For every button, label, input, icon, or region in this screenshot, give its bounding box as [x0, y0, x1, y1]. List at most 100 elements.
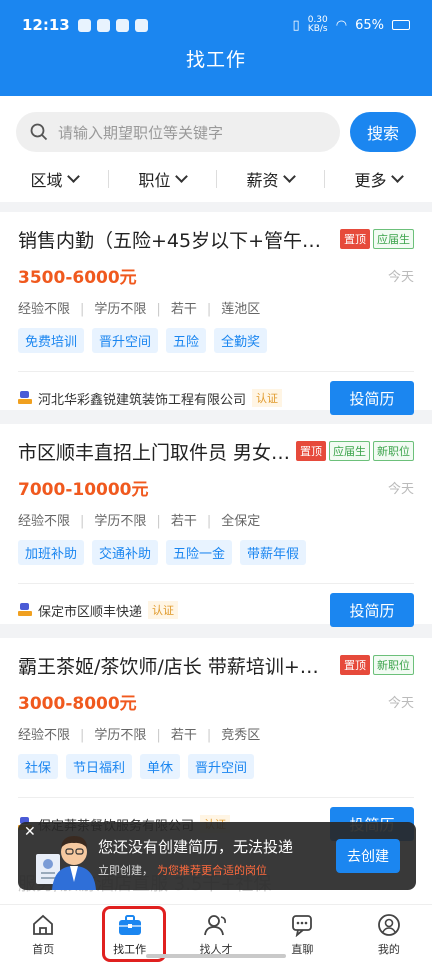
filter-more[interactable]: 更多 — [324, 162, 432, 196]
company-logo-icon — [18, 391, 32, 405]
verified-badge: 认证 — [148, 601, 179, 619]
company-name[interactable]: 保定市区顺丰快递 — [38, 601, 142, 620]
requirements: 经验不限学历不限若干全保定 — [18, 510, 414, 529]
verified-badge: 认证 — [252, 389, 283, 407]
wifi-icon: ◠ — [335, 17, 348, 33]
filter-label: 区域 — [30, 171, 63, 190]
welfare-tag: 晋升空间 — [92, 328, 159, 353]
create-resume-button[interactable]: 去创建 — [336, 839, 400, 873]
welfare-tag: 单休 — [140, 754, 181, 779]
search-input[interactable]: 请输入期望职位等关键字 — [16, 112, 340, 152]
filter-label: 薪资 — [246, 171, 279, 190]
top-tag: 置顶 — [340, 655, 370, 675]
battery-text: 65% — [355, 17, 384, 33]
welfare-tag: 五险 — [166, 328, 207, 353]
battery-icon — [392, 20, 410, 30]
chevron-down-icon — [282, 170, 296, 183]
req-item: 竞秀区 — [197, 724, 260, 743]
notification-icon — [134, 18, 148, 32]
banner-subtitle-a: 立即创建， — [98, 864, 153, 877]
chat-icon — [292, 914, 313, 937]
status-time: 12:13 — [22, 16, 70, 34]
welfare-tag: 社保 — [18, 754, 59, 779]
filter-area[interactable]: 区域 — [0, 162, 108, 196]
req-item: 若干 — [146, 724, 197, 743]
notification-icon — [115, 18, 129, 32]
post-date: 今天 — [387, 481, 414, 497]
search-area: 请输入期望职位等关键字 搜索 区域 职位 薪资 更多 — [0, 96, 432, 202]
filter-position[interactable]: 职位 — [108, 162, 216, 196]
create-resume-banner: ✕ 您还没有创建简历，无法投递 立即创建， 为您推荐更合适的岗位 去创建 — [18, 822, 416, 890]
filter-bar: 区域 职位 薪资 更多 — [0, 162, 432, 196]
chevron-down-icon — [66, 170, 80, 183]
welfare-tag: 免费培训 — [18, 328, 85, 353]
welfare-tags: 免费培训 晋升空间 五险 全勤奖 — [18, 328, 414, 353]
tab-home[interactable]: 首页 — [0, 905, 86, 964]
vibrate-icon: ▯ — [292, 17, 300, 33]
post-date: 今天 — [387, 695, 414, 711]
welfare-tag: 节日福利 — [66, 754, 133, 779]
req-item: 经验不限 — [18, 727, 71, 743]
chevron-down-icon — [174, 170, 188, 183]
req-item: 经验不限 — [18, 513, 71, 529]
tab-mine[interactable]: 我的 — [346, 905, 432, 964]
top-tag: 置顶 — [296, 441, 326, 461]
req-item: 若干 — [146, 298, 197, 317]
home-icon — [33, 914, 54, 935]
search-button[interactable]: 搜索 — [350, 112, 416, 152]
requirements: 经验不限学历不限若干莲池区 — [18, 298, 414, 317]
welfare-tags: 社保 节日福利 单休 晋升空间 — [18, 754, 414, 779]
notification-icon — [96, 18, 110, 32]
net-speed: 0.30 KB/s — [307, 15, 328, 34]
company-name[interactable]: 河北华彩鑫锐建筑装饰工程有限公司 — [38, 389, 246, 408]
job-title: 市区顺丰直招上门取件员 男女… — [18, 441, 291, 464]
tab-label: 首页 — [32, 942, 55, 956]
tab-label: 直聊 — [291, 942, 314, 956]
top-bar: 12:13 ▯ 0.30 KB/s ◠ 65% 找工作 — [0, 0, 432, 96]
welfare-tag: 晋升空间 — [188, 754, 255, 779]
req-item: 学历不限 — [70, 724, 146, 743]
search-placeholder: 请输入期望职位等关键字 — [58, 123, 224, 142]
home-indicator[interactable] — [146, 954, 286, 958]
profile-icon — [377, 913, 400, 936]
job-card[interactable]: 市区顺丰直招上门取件员 男女… 置顶 应届生 新职位 7000-10000元 今… — [0, 424, 432, 627]
salary: 3500-6000元 — [18, 267, 137, 288]
post-date: 今天 — [387, 269, 414, 285]
job-title: 销售内勤（五险+45岁以下+管午餐… — [18, 229, 337, 252]
requirements: 经验不限学历不限若干竞秀区 — [18, 724, 414, 743]
graduate-tag: 应届生 — [329, 441, 370, 461]
banner-subtitle: 立即创建， 为您推荐更合适的岗位 — [98, 862, 267, 878]
chevron-down-icon — [390, 170, 404, 183]
search-icon — [30, 123, 48, 141]
salary: 7000-10000元 — [18, 479, 149, 500]
apply-button[interactable]: 投简历 — [330, 381, 414, 415]
filter-salary[interactable]: 薪资 — [216, 162, 324, 196]
notification-icon — [77, 18, 91, 32]
welfare-tag: 带薪年假 — [240, 540, 307, 565]
welfare-tag: 五险一金 — [166, 540, 233, 565]
welfare-tags: 加班补助 交通补助 五险一金 带薪年假 — [18, 540, 414, 565]
banner-subtitle-highlight: 为您推荐更合适的岗位 — [157, 864, 267, 877]
apply-button[interactable]: 投简历 — [330, 593, 414, 627]
new-tag: 新职位 — [373, 441, 414, 461]
filter-label: 职位 — [138, 171, 171, 190]
job-title: 霸王茶姬/茶饮师/店长 带薪培训+… — [18, 655, 319, 678]
req-item: 学历不限 — [70, 298, 146, 317]
tab-label: 我的 — [377, 942, 400, 956]
page-title: 找工作 — [185, 49, 246, 71]
req-item: 莲池区 — [197, 298, 260, 317]
req-item: 经验不限 — [18, 301, 71, 317]
req-item: 若干 — [146, 510, 197, 529]
recruiter-avatar-icon — [36, 836, 96, 890]
job-card[interactable]: 销售内勤（五险+45岁以下+管午餐… 置顶 应届生 3500-6000元 今天 … — [0, 212, 432, 415]
banner-title: 您还没有创建简历，无法投递 — [98, 838, 294, 856]
people-icon — [204, 914, 226, 935]
new-tag: 新职位 — [373, 655, 414, 675]
filter-label: 更多 — [354, 171, 387, 190]
company-logo-icon — [18, 603, 32, 617]
welfare-tag: 全勤奖 — [214, 328, 268, 353]
req-item: 全保定 — [197, 510, 260, 529]
req-item: 学历不限 — [70, 510, 146, 529]
welfare-tag: 交通补助 — [92, 540, 159, 565]
salary: 3000-8000元 — [18, 693, 137, 714]
